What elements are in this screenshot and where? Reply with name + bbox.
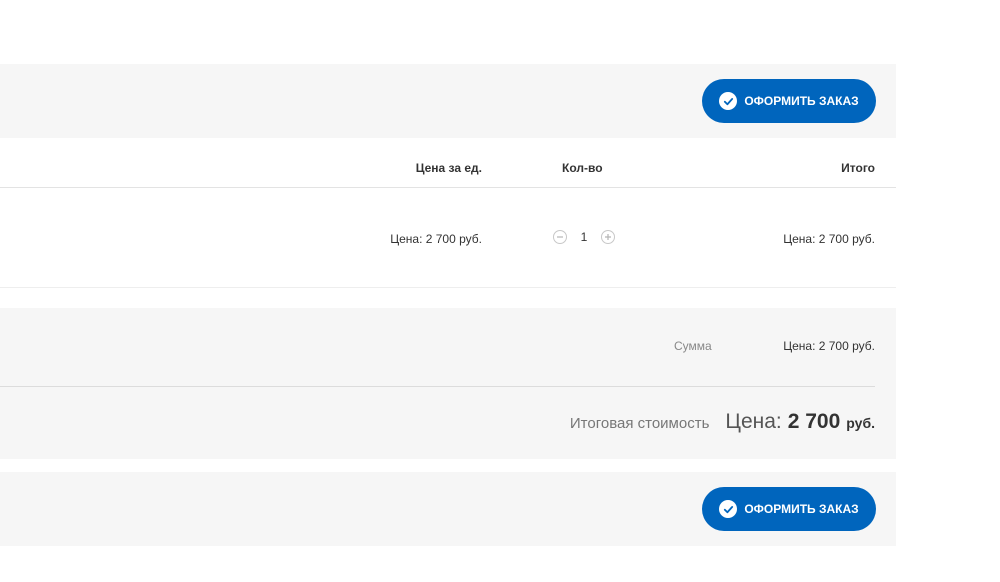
grand-total-prefix: Цена: — [725, 410, 782, 433]
checkout-button-label: ОФОРМИТЬ ЗАКАЗ — [744, 94, 859, 108]
table-header: Цена за ед. Кол-во Итого — [0, 138, 896, 188]
bottom-action-bar: ОФОРМИТЬ ЗАКАЗ — [0, 472, 896, 546]
header-unit-price: Цена за ед. — [415, 161, 482, 175]
cart-table: Цена за ед. Кол-во Итого Цена: 2 700 руб… — [0, 138, 896, 288]
header-total: Итого — [841, 161, 875, 175]
grand-total-label: Итоговая стоимость — [569, 415, 710, 432]
check-circle-icon — [719, 500, 738, 518]
table-row: Цена: 2 700 руб. 1 Цена: 2 700 руб. — [0, 188, 896, 288]
sum-label: Сумма — [674, 339, 712, 353]
checkout-button-top[interactable]: ОФОРМИТЬ ЗАКАЗ — [702, 79, 876, 123]
minus-circle-icon[interactable] — [553, 230, 567, 244]
top-action-bar: ОФОРМИТЬ ЗАКАЗ — [0, 64, 896, 138]
summary-divider — [0, 386, 875, 387]
plus-circle-icon[interactable] — [601, 230, 615, 244]
quantity-value[interactable]: 1 — [567, 230, 601, 244]
row-total: Цена: 2 700 руб. — [783, 232, 875, 246]
order-summary: Сумма Цена: 2 700 руб. Итоговая стоимост… — [0, 308, 896, 459]
header-quantity: Кол-во — [562, 161, 603, 175]
grand-total: Итоговая стоимость Цена: 2 700 руб. — [570, 410, 875, 434]
grand-total-currency: руб. — [846, 415, 875, 431]
checkout-button-bottom[interactable]: ОФОРМИТЬ ЗАКАЗ — [702, 487, 876, 531]
checkout-button-label: ОФОРМИТЬ ЗАКАЗ — [744, 502, 859, 516]
quantity-stepper: 1 — [553, 230, 615, 244]
sum-value: Цена: 2 700 руб. — [783, 339, 875, 353]
check-circle-icon — [719, 92, 738, 110]
grand-total-amount: 2 700 — [787, 410, 841, 433]
row-unit-price: Цена: 2 700 руб. — [390, 232, 482, 246]
